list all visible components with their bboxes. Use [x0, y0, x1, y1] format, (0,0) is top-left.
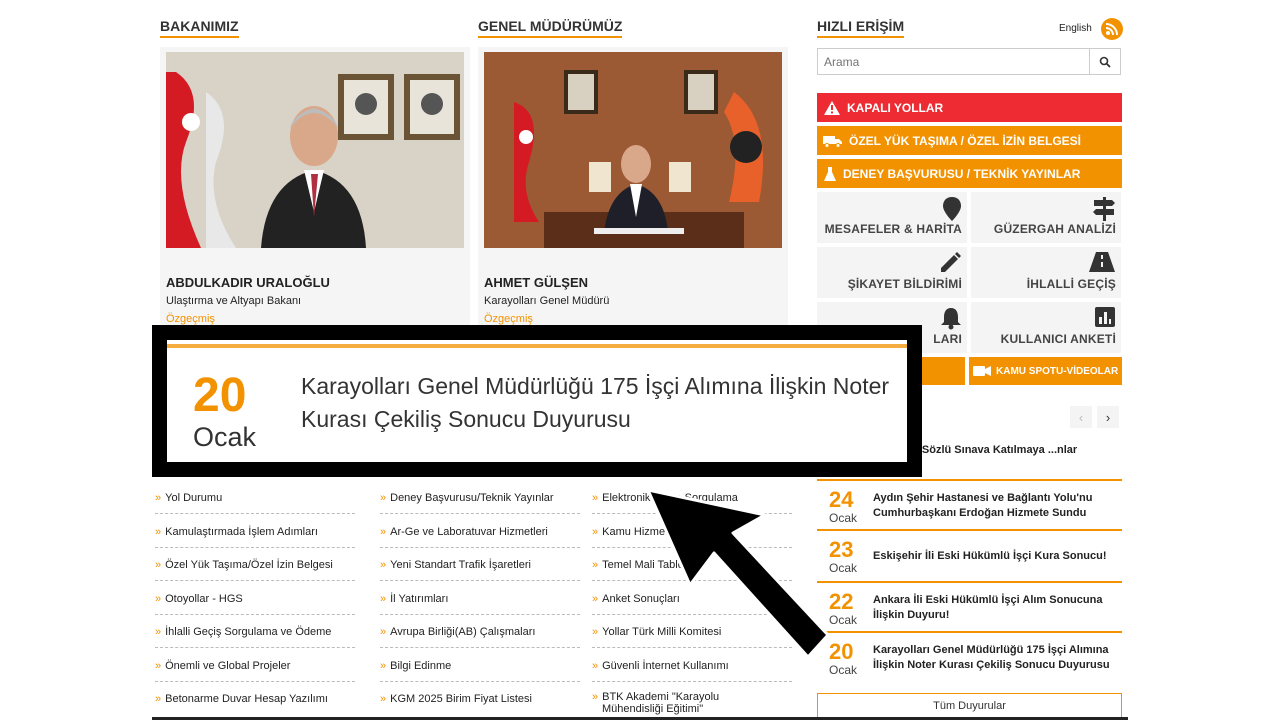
tile-complaint[interactable]: ŞİKAYET BİLDİRİMİ: [817, 247, 967, 298]
tile-route-analysis[interactable]: GÜZERGAH ANALİZİ: [971, 192, 1121, 243]
map-pin-icon: [943, 197, 961, 221]
link-item[interactable]: » KGM 2025 Birim Fiyat Listesi: [380, 693, 580, 714]
warning-icon: [824, 100, 840, 115]
news-title: Karayolları Genel Müdürlüğü 175 İşçi Alı…: [873, 644, 1110, 671]
special-load-button[interactable]: ÖZEL YÜK TAŞIMA / ÖZEL İZİN BELGESİ: [817, 126, 1122, 155]
tile-label: GÜZERGAH ANALİZİ: [993, 222, 1116, 236]
link-item[interactable]: » Özel Yük Taşıma/Özel İzin Belgesi: [155, 559, 355, 581]
all-news-button[interactable]: Tüm Duyurular: [817, 693, 1122, 719]
tile-violation-pass[interactable]: İHLALLİ GEÇİŞ: [971, 247, 1121, 298]
signpost-icon: [1093, 197, 1115, 221]
news-item[interactable]: 23 Ocak Eskişehir İli Eski Hükümlü İşçi …: [817, 531, 1122, 583]
tile-label: İHLALLİ GEÇİŞ: [1026, 277, 1116, 291]
road-icon: [1089, 252, 1115, 272]
video-camera-icon: [973, 366, 991, 376]
news-title: Eskişehir İli Eski Hükümlü İşçi Kura Son…: [873, 550, 1107, 562]
director-section-title: GENEL MÜDÜRÜMÜZ: [478, 18, 623, 38]
search-box: [817, 48, 1121, 75]
overlay-accent-line: [167, 344, 907, 348]
test-application-label: DENEY BAŞVURUSU / TEKNİK YAYINLAR: [843, 166, 1081, 181]
language-link[interactable]: English: [1059, 23, 1092, 34]
arrow-pointer-icon: [646, 488, 830, 659]
tile-user-survey[interactable]: KULLANICI ANKETİ: [971, 302, 1121, 353]
link-item[interactable]: » Deney Başvurusu/Teknik Yayınlar: [380, 492, 580, 514]
link-item[interactable]: » Avrupa Birliği(AB) Çalışmaları: [380, 626, 580, 648]
news-title: Ankara İli Eski Hükümlü İşçi Alım Sonucu…: [873, 594, 1103, 621]
closed-roads-button[interactable]: KAPALI YOLLAR: [817, 93, 1122, 122]
minister-role: Ulaştırma ve Altyapı Bakanı: [166, 295, 302, 307]
link-item[interactable]: » Kamulaştırmada İşlem Adımları: [155, 526, 355, 548]
flask-icon: [824, 166, 836, 181]
link-item[interactable]: » Bilgi Edinme: [380, 660, 580, 682]
director-role: Karayolları Genel Müdürü: [484, 295, 610, 307]
director-card: AHMET GÜLŞEN Karayolları Genel Müdürü Öz…: [478, 47, 788, 330]
link-item[interactable]: » Yol Durumu: [155, 492, 355, 514]
search-button[interactable]: [1089, 49, 1120, 74]
zoomed-news-highlight: 20 Ocak Karayolları Genel Müdürlüğü 175 …: [152, 325, 922, 477]
chevron-right-icon: ›: [1105, 409, 1111, 425]
tile-label: MESAFELER & HARİTA: [824, 222, 962, 236]
news-item[interactable]: 20 Ocak Karayolları Genel Müdürlüğü 175 …: [817, 633, 1122, 683]
closed-roads-label: KAPALI YOLLAR: [847, 100, 944, 115]
chart-icon: [1095, 307, 1115, 327]
link-item[interactable]: » Önemli ve Global Projeler: [155, 660, 355, 682]
minister-section-title: BAKANIMIZ: [160, 18, 239, 38]
truck-icon: [823, 135, 842, 148]
link-item[interactable]: » İhlalli Geçiş Sorgulama ve Ödeme: [155, 626, 355, 648]
chevron-left-icon: ‹: [1078, 409, 1084, 425]
news-item[interactable]: 22 Ocak Ankara İli Eski Hükümlü İşçi Alı…: [817, 583, 1122, 633]
minister-card: ABDULKADIR URALOĞLU Ulaştırma ve Altyapı…: [160, 47, 470, 330]
zoom-month: Ocak: [193, 422, 257, 452]
quick-access-title: HIZLI ERİŞİM: [817, 18, 905, 38]
news-prev-button[interactable]: ‹: [1070, 406, 1092, 428]
public-spot-videos-label: KAMU SPOTU-VİDEOLAR: [996, 365, 1119, 377]
director-photo: [484, 52, 782, 248]
news-next-button[interactable]: ›: [1097, 406, 1119, 428]
rss-icon[interactable]: [1101, 18, 1123, 40]
pencil-icon: [941, 252, 961, 272]
director-bio-link[interactable]: Özgeçmiş: [484, 313, 533, 325]
tile-distances-map[interactable]: MESAFELER & HARİTA: [817, 192, 967, 243]
search-icon: [1099, 56, 1111, 68]
director-name: AHMET GÜLŞEN: [484, 275, 588, 290]
zoom-day: 20: [193, 369, 247, 422]
link-item[interactable]: » Ar-Ge ve Laboratuvar Hizmetleri: [380, 526, 580, 548]
bell-icon: [941, 308, 961, 330]
news-title: Aydın Şehir Hastanesi ve Bağlantı Yolu'n…: [873, 492, 1093, 519]
minister-name: ABDULKADIR URALOĞLU: [166, 275, 330, 290]
special-load-label: ÖZEL YÜK TAŞIMA / ÖZEL İZİN BELGESİ: [849, 133, 1082, 148]
tile-label: ŞİKAYET BİLDİRİMİ: [847, 277, 962, 291]
minister-photo: [166, 52, 464, 248]
link-item[interactable]: » Otoyollar - HGS: [155, 593, 355, 615]
test-application-button[interactable]: DENEY BAŞVURUSU / TEKNİK YAYINLAR: [817, 159, 1122, 188]
minister-bio-link[interactable]: Özgeçmiş: [166, 313, 215, 325]
zoom-title: Karayolları Genel Müdürlüğü 175 İşçi Alı…: [301, 373, 890, 432]
link-item[interactable]: » Betonarme Duvar Hesap Yazılımı: [155, 693, 355, 714]
link-item[interactable]: » İl Yatırımları: [380, 593, 580, 615]
public-spot-videos-button[interactable]: KAMU SPOTU-VİDEOLAR: [969, 357, 1122, 385]
tile-label: LARI: [933, 332, 962, 346]
link-item[interactable]: » Yeni Standart Trafik İşaretleri: [380, 559, 580, 581]
tile-label: KULLANICI ANKETİ: [1000, 332, 1116, 346]
search-input[interactable]: [818, 49, 1090, 74]
news-item[interactable]: 24 Ocak Aydın Şehir Hastanesi ve Bağlant…: [817, 481, 1122, 531]
